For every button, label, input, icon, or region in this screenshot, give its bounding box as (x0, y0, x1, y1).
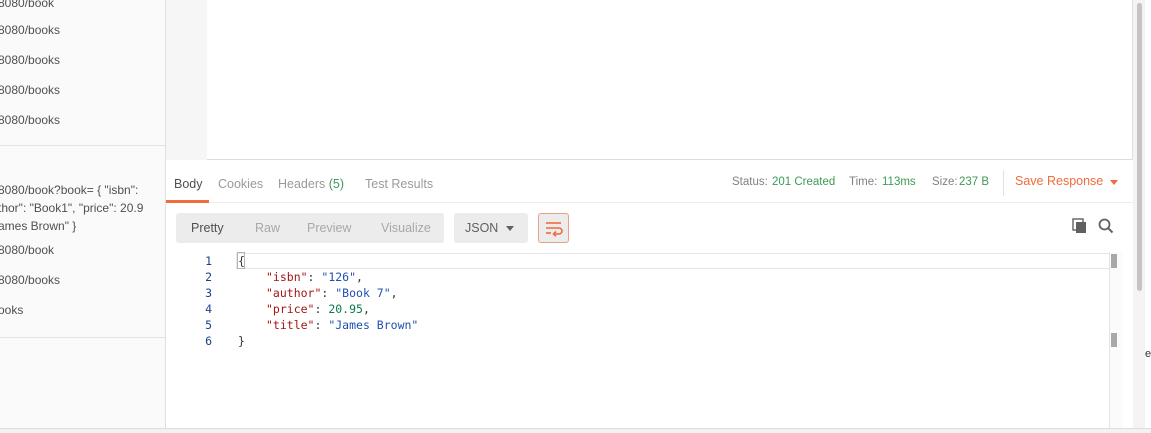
view-preview-button[interactable]: Preview (307, 221, 351, 235)
history-item[interactable]: 8080/books (0, 22, 164, 38)
json-brace: { (238, 254, 245, 268)
active-tab-indicator (166, 200, 209, 203)
sidebar-divider (0, 145, 165, 146)
current-line-highlight (236, 253, 1123, 269)
view-mode-group: Pretty Raw Preview Visualize (176, 213, 444, 243)
tab-headers-label: Headers (278, 177, 326, 191)
history-item-line: ames Brown" } (0, 219, 77, 233)
json-comma: , (356, 270, 363, 284)
editor-scroll-thumb[interactable] (1111, 254, 1117, 268)
main-panel: Body Cookies Headers (5) Test Results St… (166, 0, 1133, 428)
response-body-editor[interactable]: 1 2 3 4 5 6 { "isbn": "126", "author": "… (166, 252, 1123, 428)
save-response-button[interactable]: Save Response (1015, 174, 1103, 188)
code-line: "title": "James Brown" (266, 318, 419, 332)
time-label: Time: (849, 176, 878, 188)
copy-icon[interactable] (1071, 218, 1087, 234)
history-item[interactable]: ooks (0, 302, 164, 318)
chevron-down-icon[interactable] (1110, 180, 1118, 185)
divider (1003, 170, 1004, 196)
tab-body[interactable]: Body (174, 177, 203, 191)
json-comma: , (390, 286, 398, 300)
code-line: "author": "Book 7", (266, 286, 398, 300)
request-body-editor[interactable] (166, 0, 1133, 160)
json-key: "isbn" (266, 270, 308, 284)
line-number: 6 (205, 334, 212, 348)
response-tabs: Body Cookies Headers (5) Test Results St… (166, 160, 1133, 203)
line-number: 4 (205, 302, 212, 316)
page-scroll-thumb[interactable] (1137, 3, 1142, 291)
json-comma: , (362, 302, 370, 316)
line-number: 1 (205, 254, 212, 268)
view-pretty-button[interactable]: Pretty (191, 221, 224, 235)
status-label: Status: (732, 176, 768, 188)
size-label: Size: (932, 176, 958, 188)
json-value: "James Brown" (328, 318, 419, 332)
history-item-line: 8080/book?book= { "isbn": (0, 183, 139, 197)
json-value: 20.95 (328, 302, 363, 316)
view-raw-button[interactable]: Raw (255, 221, 280, 235)
json-key: "price" (266, 302, 315, 316)
tab-test-results[interactable]: Test Results (365, 177, 433, 191)
json-key: "title" (266, 318, 315, 332)
json-brace: } (238, 334, 245, 348)
wrap-lines-icon (546, 222, 563, 237)
tab-cookies[interactable]: Cookies (218, 177, 263, 191)
history-sidebar: 8080/book 8080/books 8080/books 8080/boo… (0, 0, 166, 428)
history-item[interactable]: 8080/book (0, 242, 164, 258)
code-line: } (238, 333, 245, 349)
tab-headers[interactable]: Headers (5) (278, 177, 344, 191)
line-number: 2 (205, 270, 212, 284)
json-key: "author" (266, 286, 322, 300)
headers-count-badge: (5) (328, 177, 345, 191)
editor-scroll-thumb[interactable] (1111, 333, 1117, 347)
history-item-multiline[interactable]: 8080/book?book= { "isbn": thor": "Book1"… (0, 181, 164, 235)
wrap-lines-button[interactable] (538, 213, 569, 243)
history-item[interactable]: 8080/books (0, 52, 164, 68)
time-value[interactable]: 113ms (882, 176, 916, 188)
format-select-value: JSON (465, 221, 499, 235)
code-line: { (238, 253, 245, 269)
format-select[interactable]: JSON (454, 213, 528, 243)
history-item[interactable]: 8080/books (0, 112, 164, 128)
history-item[interactable]: 8080/book (0, 0, 164, 11)
sidebar-divider (0, 337, 165, 338)
line-number: 3 (205, 286, 212, 300)
view-visualize-button[interactable]: Visualize (381, 221, 431, 235)
editor-gutter (166, 0, 207, 160)
history-item[interactable]: 8080/books (0, 82, 164, 98)
json-value: "Book 7" (335, 286, 391, 300)
history-item[interactable]: 8080/books (0, 272, 164, 288)
size-value[interactable]: 237 B (959, 176, 989, 188)
json-value: "126" (321, 270, 357, 284)
code-line: "isbn": "126", (266, 270, 363, 284)
clipped-text: e (1145, 348, 1151, 360)
code-line: "price": 20.95, (266, 302, 370, 316)
status-bar (0, 428, 1151, 433)
line-number: 5 (205, 318, 212, 332)
history-item-line: thor": "Book1", "price": 20.9 (0, 201, 144, 215)
chevron-down-icon (506, 226, 514, 231)
search-icon[interactable] (1098, 218, 1114, 234)
status-value[interactable]: 201 Created (772, 176, 835, 188)
